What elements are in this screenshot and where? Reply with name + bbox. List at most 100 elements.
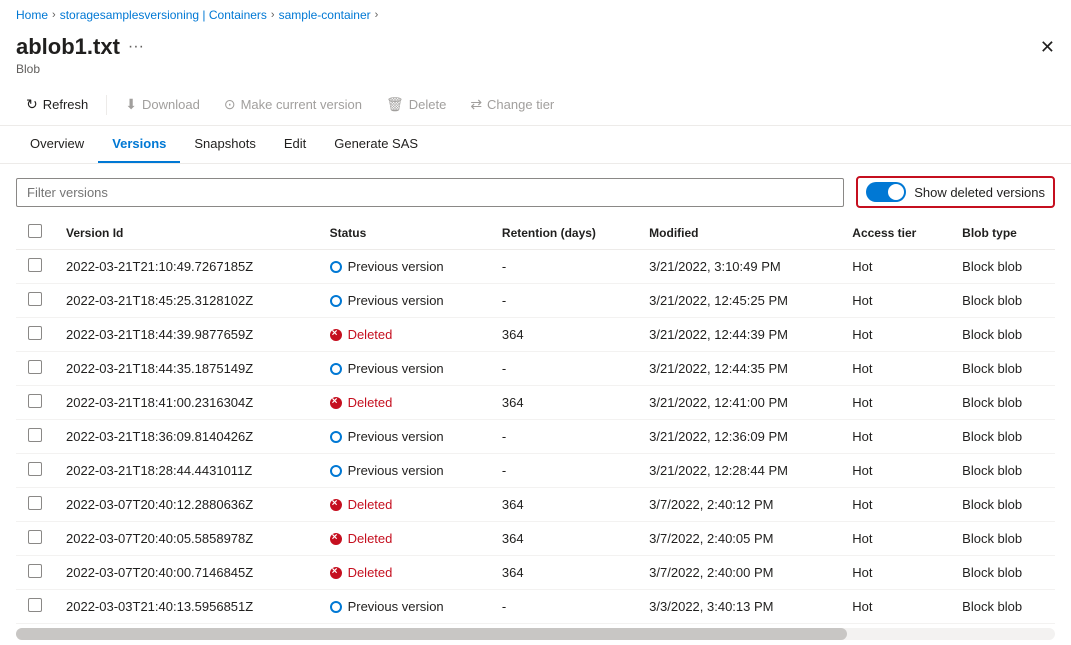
tab-edit[interactable]: Edit	[270, 126, 320, 163]
breadcrumb-container[interactable]: sample-container	[279, 8, 371, 22]
col-status: Status	[318, 216, 490, 250]
access-tier-cell: Hot	[840, 454, 950, 488]
status-cell: Previous version	[318, 454, 490, 488]
status-dot-deleted	[330, 533, 342, 545]
change-tier-button[interactable]: ⇄ Change tier	[460, 90, 564, 119]
blob-type-cell: Block blob	[950, 522, 1055, 556]
show-deleted-label: Show deleted versions	[914, 185, 1045, 200]
version-id-cell: 2022-03-21T18:28:44.4431011Z	[54, 454, 318, 488]
status-dot-deleted	[330, 397, 342, 409]
tab-versions[interactable]: Versions	[98, 126, 180, 163]
versions-table-container: Version Id Status Retention (days) Modif…	[0, 216, 1071, 624]
status-cell: Previous version	[318, 284, 490, 318]
modified-cell: 3/21/2022, 12:44:39 PM	[637, 318, 840, 352]
row-checkbox-2[interactable]	[28, 326, 42, 340]
select-all-checkbox[interactable]	[28, 224, 42, 238]
download-button[interactable]: ⬇ Download	[115, 90, 210, 119]
row-checkbox-6[interactable]	[28, 462, 42, 476]
modified-cell: 3/21/2022, 12:41:00 PM	[637, 386, 840, 420]
breadcrumb: Home › storagesamplesversioning | Contai…	[0, 0, 1071, 30]
row-checkbox-0[interactable]	[28, 258, 42, 272]
modified-cell: 3/21/2022, 12:44:35 PM	[637, 352, 840, 386]
status-cell: Deleted	[318, 556, 490, 590]
retention-cell: 364	[490, 556, 637, 590]
status-dot-previous	[330, 431, 342, 443]
row-checkbox-10[interactable]	[28, 598, 42, 612]
access-tier-cell: Hot	[840, 284, 950, 318]
blob-type-cell: Block blob	[950, 250, 1055, 284]
tab-generate-sas[interactable]: Generate SAS	[320, 126, 432, 163]
status-label: Previous version	[348, 463, 444, 478]
row-checkbox-1[interactable]	[28, 292, 42, 306]
blob-type-cell: Block blob	[950, 420, 1055, 454]
status-label: Previous version	[348, 259, 444, 274]
status-dot-previous	[330, 261, 342, 273]
access-tier-cell: Hot	[840, 352, 950, 386]
table-row: 2022-03-21T18:45:25.3128102ZPrevious ver…	[16, 284, 1055, 318]
retention-cell: -	[490, 250, 637, 284]
refresh-icon: ↻	[26, 96, 38, 113]
delete-button[interactable]: 🗑 Delete	[376, 90, 456, 119]
table-row: 2022-03-07T20:40:00.7146845ZDeleted3643/…	[16, 556, 1055, 590]
access-tier-cell: Hot	[840, 250, 950, 284]
table-row: 2022-03-21T18:28:44.4431011Z Previous ver…	[16, 454, 1055, 488]
col-modified: Modified	[637, 216, 840, 250]
breadcrumb-storage[interactable]: storagesamplesversioning | Containers	[60, 8, 267, 22]
tab-overview[interactable]: Overview	[16, 126, 98, 163]
scrollbar-thumb	[16, 628, 847, 640]
make-current-version-button[interactable]: ⊙ Make current version	[214, 90, 372, 119]
title-subtitle: Blob	[16, 62, 1055, 76]
access-tier-cell: Hot	[840, 420, 950, 454]
row-checkbox-7[interactable]	[28, 496, 42, 510]
blob-type-cell: Block blob	[950, 318, 1055, 352]
status-cell: Deleted	[318, 488, 490, 522]
close-button[interactable]: ✕	[1040, 37, 1055, 58]
status-label: Deleted	[348, 565, 393, 580]
status-dot-previous	[330, 363, 342, 375]
status-label: Previous version	[348, 599, 444, 614]
tab-snapshots[interactable]: Snapshots	[180, 126, 269, 163]
row-checkbox-5[interactable]	[28, 428, 42, 442]
refresh-button[interactable]: ↻ Refresh	[16, 90, 98, 119]
access-tier-cell: Hot	[840, 488, 950, 522]
download-icon: ⬇	[125, 96, 137, 113]
filter-versions-input[interactable]	[16, 178, 844, 207]
retention-cell: -	[490, 352, 637, 386]
status-dot-previous	[330, 295, 342, 307]
show-deleted-toggle[interactable]	[866, 182, 906, 202]
retention-cell: 364	[490, 522, 637, 556]
status-dot-deleted	[330, 329, 342, 341]
status-dot-previous	[330, 601, 342, 613]
modified-cell: 3/7/2022, 2:40:12 PM	[637, 488, 840, 522]
table-row: 2022-03-21T18:44:35.1875149ZPrevious ver…	[16, 352, 1055, 386]
status-dot-deleted	[330, 567, 342, 579]
table-row: 2022-03-21T21:10:49.7267185ZPrevious ver…	[16, 250, 1055, 284]
row-checkbox-4[interactable]	[28, 394, 42, 408]
version-id-cell: 2022-03-21T18:45:25.3128102Z	[54, 284, 318, 318]
table-header-row: Version Id Status Retention (days) Modif…	[16, 216, 1055, 250]
status-label: Deleted	[348, 531, 393, 546]
row-checkbox-9[interactable]	[28, 564, 42, 578]
blob-type-cell: Block blob	[950, 352, 1055, 386]
row-checkbox-8[interactable]	[28, 530, 42, 544]
horizontal-scrollbar[interactable]	[16, 628, 1055, 640]
row-checkbox-3[interactable]	[28, 360, 42, 374]
table-row: 2022-03-21T18:41:00.2316304ZDeleted3643/…	[16, 386, 1055, 420]
status-label: Deleted	[348, 497, 393, 512]
version-id-cell: 2022-03-07T20:40:00.7146845Z	[54, 556, 318, 590]
breadcrumb-home[interactable]: Home	[16, 8, 48, 22]
blob-type-cell: Block blob	[950, 590, 1055, 624]
version-id-cell: 2022-03-07T20:40:12.2880636Z	[54, 488, 318, 522]
retention-cell: -	[490, 590, 637, 624]
status-dot-previous	[330, 465, 342, 477]
versions-table: Version Id Status Retention (days) Modif…	[16, 216, 1055, 624]
col-retention: Retention (days)	[490, 216, 637, 250]
blob-type-cell: Block blob	[950, 284, 1055, 318]
access-tier-cell: Hot	[840, 318, 950, 352]
modified-cell: 3/21/2022, 12:45:25 PM	[637, 284, 840, 318]
title-more-button[interactable]: ···	[128, 38, 144, 56]
access-tier-cell: Hot	[840, 522, 950, 556]
modified-cell: 3/21/2022, 12:28:44 PM	[637, 454, 840, 488]
page-title: ablob1.txt	[16, 34, 120, 60]
status-cell: Deleted	[318, 318, 490, 352]
